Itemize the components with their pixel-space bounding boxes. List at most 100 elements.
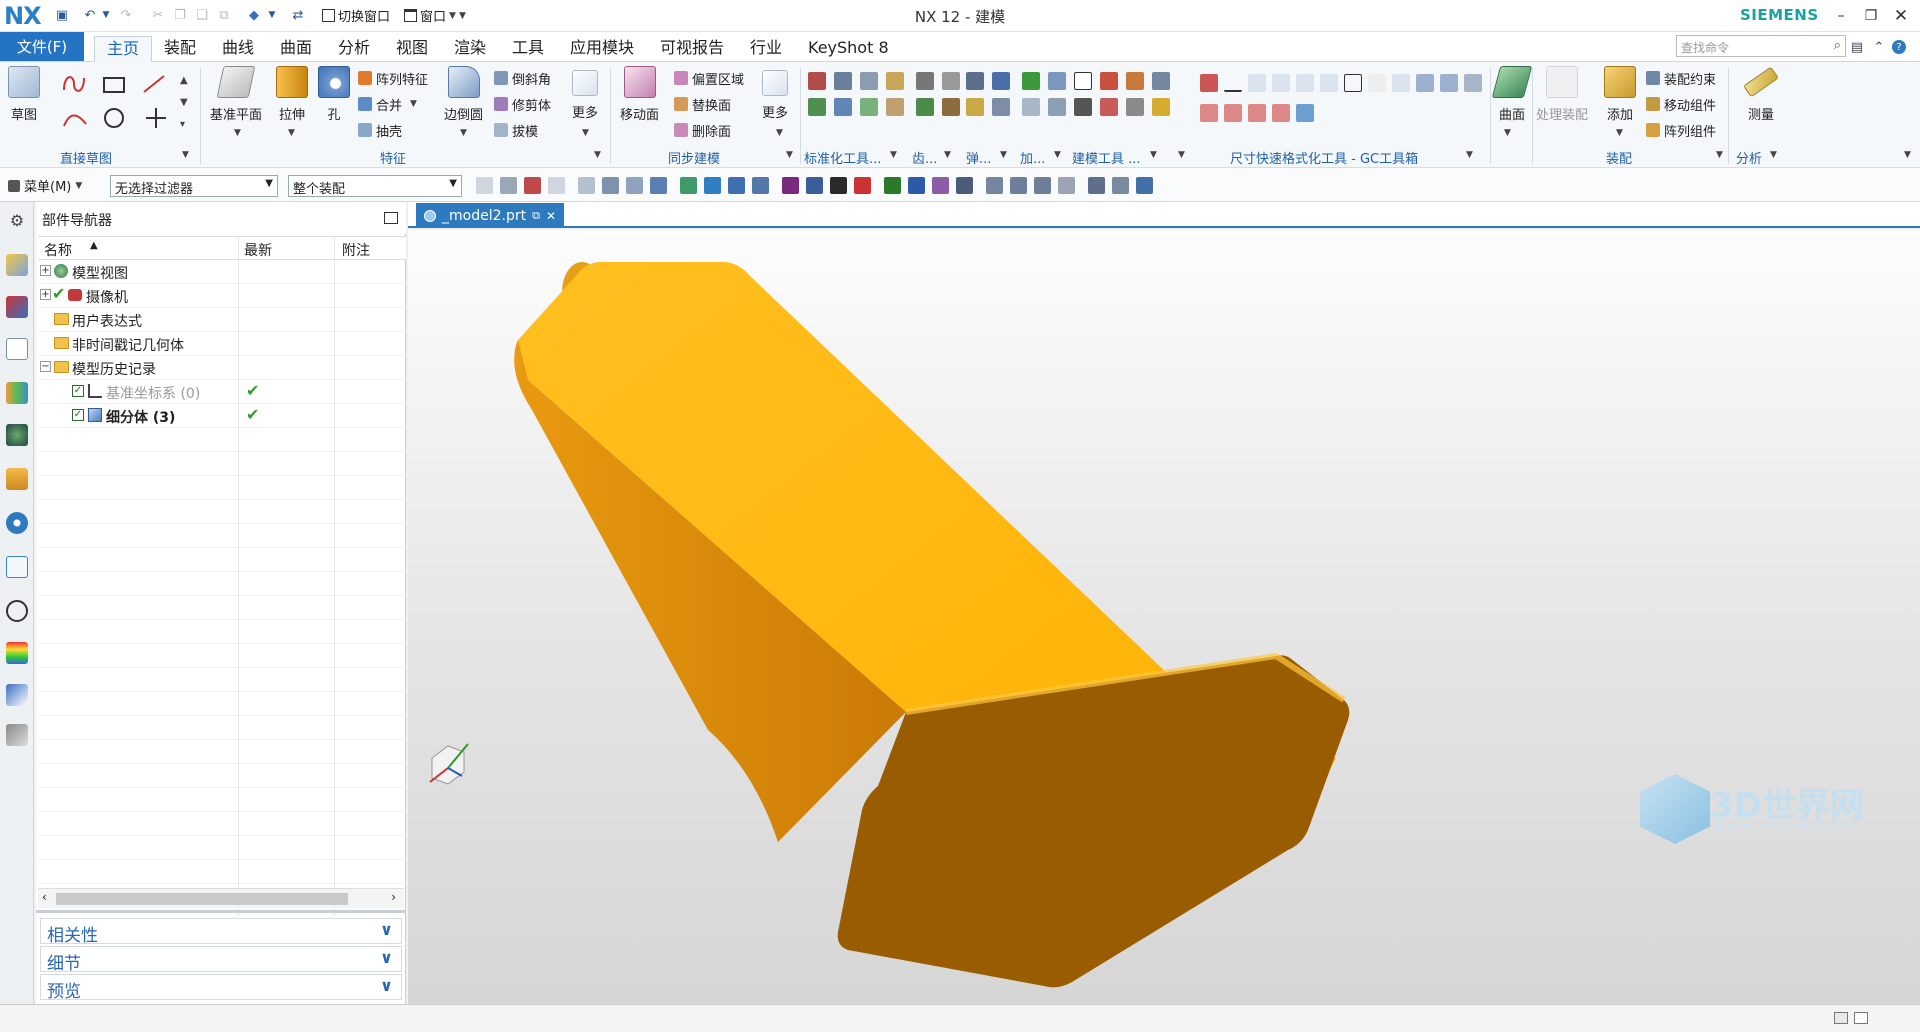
tab-tools[interactable]: 工具 — [500, 36, 556, 62]
details-panel[interactable]: 细节 ∨ — [40, 946, 402, 974]
sync-more-dropdown[interactable]: ▼ — [776, 128, 783, 138]
sketch-gallery-scroll[interactable]: ▲ ▼ ▾ — [180, 70, 188, 136]
model-render[interactable] — [408, 230, 1920, 1004]
minimize-button[interactable]: – — [1826, 3, 1856, 29]
selection-tool-icon[interactable] — [548, 177, 565, 194]
restore-button[interactable]: ❐ — [1856, 3, 1886, 29]
process-studio-icon[interactable] — [6, 684, 28, 706]
std-tool-icon[interactable] — [886, 98, 904, 116]
std-tool-icon[interactable] — [860, 72, 878, 90]
gc-toolbox-dropdown[interactable]: ▼ — [1466, 150, 1473, 160]
dim-tool-icon[interactable] — [1224, 104, 1242, 122]
reuse-library-icon[interactable] — [6, 382, 28, 404]
selection-tool-icon[interactable] — [932, 177, 949, 194]
tab-curve[interactable]: 曲线 — [210, 36, 266, 62]
gear-tool-icon[interactable] — [916, 98, 934, 116]
modeling-tool-icon[interactable] — [1074, 72, 1092, 90]
add-component-dropdown[interactable]: ▼ — [1616, 128, 1623, 138]
std-tool-icon[interactable] — [860, 98, 878, 116]
spring-tool-icon[interactable] — [966, 98, 984, 116]
dim-tool-icon[interactable] — [1368, 74, 1386, 92]
spring-tool-icon[interactable] — [992, 72, 1010, 90]
palette-icon[interactable] — [6, 642, 28, 664]
selection-tool-icon[interactable] — [830, 177, 847, 194]
hole-button[interactable]: 孔 — [318, 66, 350, 136]
selection-tool-icon[interactable] — [626, 177, 643, 194]
visibility-checkbox[interactable]: ✓ — [72, 409, 84, 421]
dim-tool-icon[interactable] — [1416, 74, 1434, 92]
selection-tool-icon[interactable] — [1088, 177, 1105, 194]
unite-button[interactable]: 合并 ▼ — [358, 94, 428, 114]
line-icon[interactable] — [143, 75, 165, 93]
menu-button[interactable]: 菜单(M) ▼ — [8, 176, 82, 195]
part-navigator-icon[interactable] — [6, 338, 28, 360]
std-tool-icon[interactable] — [886, 72, 904, 90]
selection-tool-icon[interactable] — [728, 177, 745, 194]
ribbon-options-icon[interactable]: ▤ — [1848, 38, 1866, 56]
panel-splitter[interactable] — [36, 910, 406, 913]
point-icon[interactable] — [146, 108, 166, 128]
selection-tool-icon[interactable] — [752, 177, 769, 194]
tab-surface[interactable]: 曲面 — [268, 36, 324, 62]
gear-group-dropdown[interactable]: ▼ — [944, 150, 951, 160]
document-icon[interactable] — [6, 556, 28, 578]
assembly-constraint-button[interactable]: 装配约束 — [1646, 68, 1716, 88]
facet-body-model[interactable] — [514, 262, 1350, 988]
edge-blend-button[interactable]: 边倒圆 — [444, 66, 483, 136]
tab-keyshot[interactable]: KeyShot 8 — [796, 36, 901, 62]
spring-tool-icon[interactable] — [966, 72, 984, 90]
tab-visual-reporting[interactable]: 可视报告 — [648, 36, 736, 62]
std-tool-icon[interactable] — [808, 72, 826, 90]
scroll-left-icon[interactable]: ‹ — [42, 890, 47, 904]
resource-bar-settings-icon[interactable]: ⚙ — [6, 210, 28, 232]
std-tool-icon[interactable] — [808, 98, 826, 116]
selection-tool-icon[interactable] — [524, 177, 541, 194]
dim-tool-icon[interactable] — [1344, 74, 1362, 92]
expand-icon[interactable]: + — [40, 265, 51, 276]
tree-row-datum-csys[interactable]: ✓ 基准坐标系 (0) ✔ — [38, 380, 406, 404]
assembly-navigator-icon[interactable] — [6, 254, 28, 276]
visibility-checkbox[interactable]: ✓ — [72, 385, 84, 397]
tab-home[interactable]: 主页 — [94, 36, 153, 62]
arc-icon[interactable] — [63, 114, 87, 127]
scrollbar-thumb[interactable] — [56, 893, 348, 905]
navigator-horizontal-scrollbar[interactable]: ‹ › — [38, 888, 404, 908]
help-icon[interactable]: ? — [1892, 40, 1906, 54]
spring-group-dropdown[interactable]: ▼ — [1000, 150, 1007, 160]
offset-region-button[interactable]: 偏置区域 — [674, 68, 744, 88]
tree-row-model-history[interactable]: − 模型历史记录 — [38, 356, 406, 380]
modeling-tool-icon[interactable] — [1152, 72, 1170, 90]
selection-tool-icon[interactable] — [854, 177, 871, 194]
datum-plane-button[interactable]: 基准平面 — [210, 66, 262, 136]
tree-row-unused-geometry[interactable]: 非时间戳记几何体 — [38, 332, 406, 356]
move-face-button[interactable]: 移动面 — [620, 66, 659, 136]
pattern-component-button[interactable]: 阵列组件 — [1646, 120, 1716, 140]
pattern-feature-button[interactable]: 阵列特征 — [358, 68, 428, 88]
std-tool-icon[interactable] — [834, 98, 852, 116]
selection-tool-icon[interactable] — [782, 177, 799, 194]
close-button[interactable]: ✕ — [1886, 3, 1916, 29]
scroll-right-icon[interactable]: › — [391, 890, 396, 904]
process-assembly-button[interactable]: 处理装配 — [1536, 66, 1588, 136]
graphics-viewport[interactable]: 3D世界网 WWW.3DSJW.COM — [408, 230, 1920, 1004]
modeling-tool-icon[interactable] — [1074, 98, 1092, 116]
delete-face-button[interactable]: 删除面 — [674, 120, 744, 140]
rectangle-icon[interactable] — [103, 77, 125, 93]
shell-button[interactable]: 抽壳 — [358, 120, 428, 140]
document-tab[interactable]: _model2.prt ⧉ ✕ — [416, 203, 565, 228]
selection-tool-icon[interactable] — [650, 177, 667, 194]
datum-plane-dropdown[interactable]: ▼ — [234, 128, 241, 138]
selection-tool-icon[interactable] — [1112, 177, 1129, 194]
gear-tool-icon[interactable] — [916, 72, 934, 90]
machining-tool-icon[interactable] — [1022, 72, 1040, 90]
selection-tool-icon[interactable] — [1034, 177, 1051, 194]
modeling-tool-icon[interactable] — [1126, 72, 1144, 90]
sketch-button[interactable]: 草图 — [8, 66, 40, 136]
pop-out-icon[interactable]: ⧉ — [532, 209, 540, 223]
dim-tool-icon[interactable] — [1440, 74, 1458, 92]
surface-button[interactable]: 曲面 — [1491, 66, 1533, 136]
selection-tool-icon[interactable] — [476, 177, 493, 194]
selection-tool-icon[interactable] — [956, 177, 973, 194]
selection-tool-icon[interactable] — [500, 177, 517, 194]
close-tab-icon[interactable]: ✕ — [546, 209, 556, 223]
